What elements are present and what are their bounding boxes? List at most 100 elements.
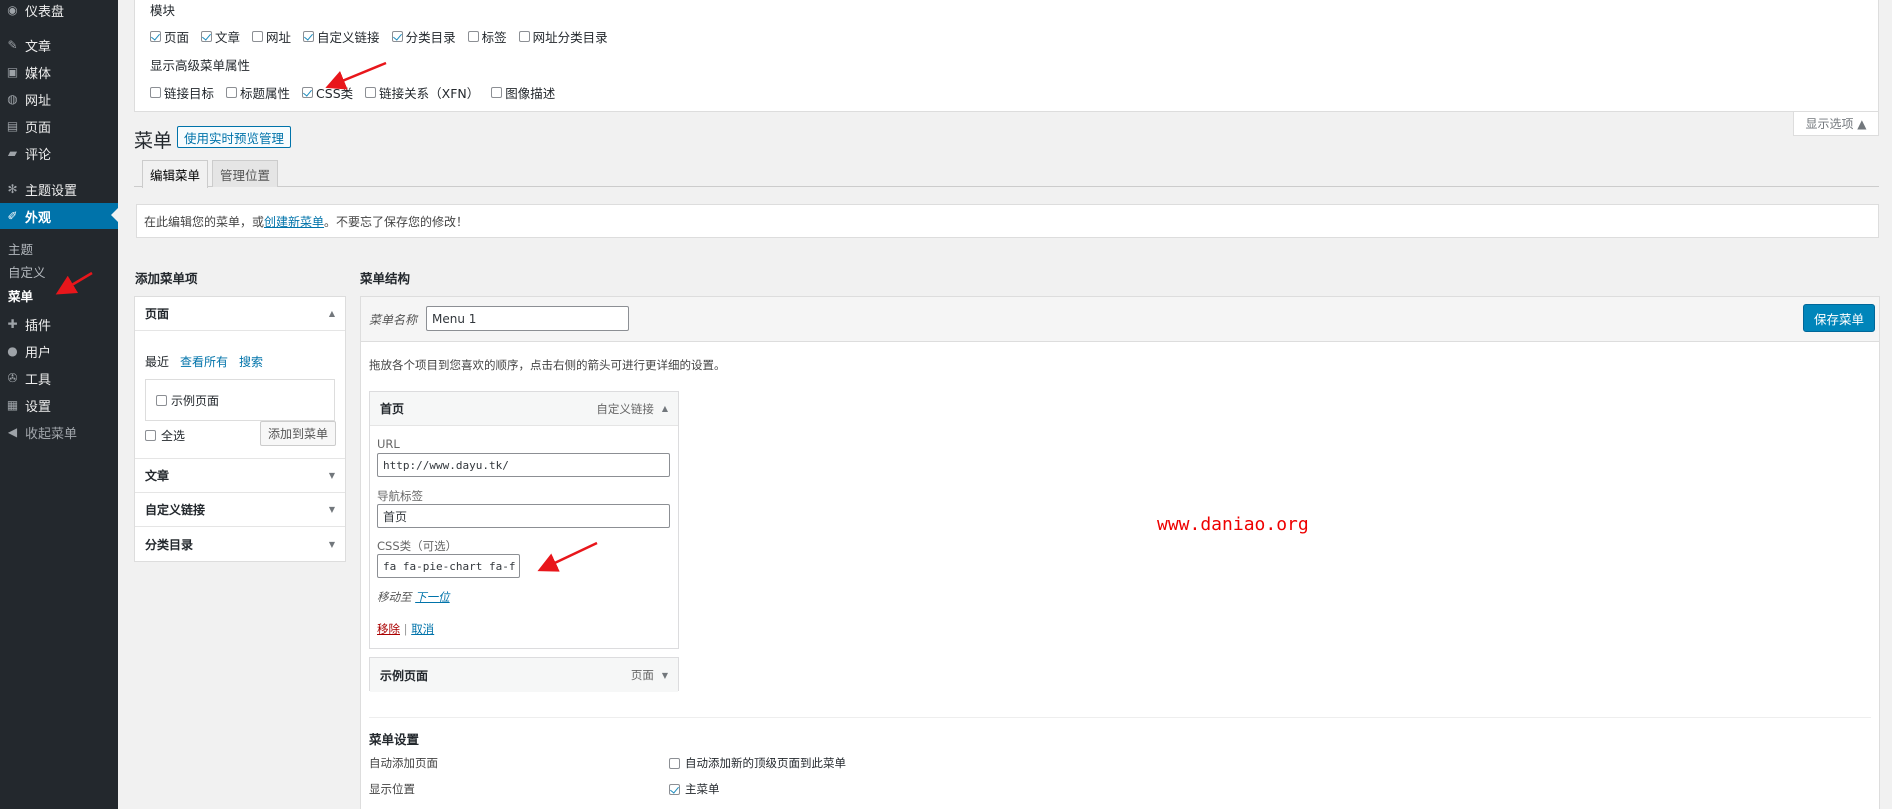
checkbox[interactable] — [150, 87, 161, 98]
sidebar-item-theme-settings[interactable]: ✻ 主题设置 — [0, 177, 118, 201]
submenu-customize[interactable]: 自定义 — [8, 262, 46, 281]
sidebar-item-users[interactable]: ● 用户 — [0, 339, 118, 363]
media-icon: ▣ — [6, 65, 19, 79]
sidebar-item-appearance[interactable]: ✐ 外观 — [0, 203, 118, 229]
settings-divider — [369, 717, 1871, 718]
url-input[interactable]: http://www.dayu.tk/ — [377, 453, 670, 477]
nav-label-input[interactable]: 首页 — [377, 504, 670, 528]
save-menu-button[interactable]: 保存菜单 — [1803, 304, 1876, 332]
expand-arrow-icon[interactable]: ▼ — [662, 671, 668, 680]
sidebar-item-label: 页面 — [25, 120, 52, 136]
submenu-menus[interactable]: 菜单 — [8, 286, 33, 305]
accordion-categories[interactable]: 分类目录 ▼ — [135, 527, 345, 561]
sidebar-item-label: 收起菜单 — [25, 426, 78, 442]
sidebar-item-plugins[interactable]: ✚ 插件 — [0, 312, 118, 336]
collapse-arrow-icon[interactable]: ▲ — [662, 404, 668, 413]
modules-title: 模块 — [150, 3, 176, 18]
module-option-sites[interactable]: 网址 — [252, 27, 291, 46]
sidebar-item-tools[interactable]: ✇ 工具 — [0, 366, 118, 390]
globe-icon: ◍ — [7, 92, 18, 106]
live-preview-button[interactable]: 使用实时预览管理 — [177, 126, 292, 148]
accordion-pages[interactable]: 页面 ▲ — [135, 297, 345, 331]
module-option-pages[interactable]: 页面 — [150, 27, 189, 46]
checkbox[interactable] — [303, 31, 315, 42]
menu-item-handle[interactable]: 首页 自定义链接 ▲ — [370, 392, 678, 426]
checkbox[interactable] — [518, 31, 530, 42]
create-new-menu-link[interactable]: 创建新菜单 — [264, 213, 324, 230]
menu-item-title: 首页 — [380, 402, 405, 416]
checkbox[interactable] — [145, 430, 156, 441]
advanced-option-description[interactable]: 图像描述 — [491, 83, 555, 102]
checkbox[interactable] — [201, 31, 213, 42]
submenu-themes[interactable]: 主题 — [8, 239, 33, 258]
notice-text-end: 。不要忘了保存您的修改！ — [324, 214, 469, 229]
sidebar-item-label: 主题设置 — [25, 183, 78, 199]
menu-item-title: 示例页面 — [380, 668, 429, 683]
collapse-icon: ◀ — [7, 425, 18, 439]
checkbox[interactable] — [491, 87, 503, 98]
tab-edit-menus[interactable]: 编辑菜单 — [142, 160, 209, 188]
checkbox[interactable] — [150, 31, 161, 42]
checkbox[interactable] — [669, 783, 680, 795]
menu-item-type: 自定义链接 — [596, 401, 654, 416]
select-all-option[interactable]: 全选 — [145, 427, 185, 444]
checkbox[interactable] — [365, 87, 377, 98]
move-down-link[interactable]: 下一位 — [415, 590, 450, 604]
tab-manage-locations[interactable]: 管理位置 — [212, 160, 279, 187]
page-option-sample[interactable]: 示例页面 — [156, 392, 219, 409]
accordion-custom-links[interactable]: 自定义链接 ▼ — [135, 493, 345, 527]
checkbox[interactable] — [467, 31, 479, 42]
sidebar-item-settings[interactable]: ▦ 设置 — [0, 393, 118, 417]
menu-item-handle[interactable]: 示例页面 页面 ▼ — [370, 658, 678, 692]
location-primary-option[interactable]: 主菜单 — [669, 781, 720, 797]
checkbox[interactable] — [252, 31, 264, 42]
sidebar-item-comments[interactable]: ▰ 评论 — [0, 141, 118, 165]
pages-inner-tabs: 最近 查看所有 搜索 — [145, 353, 274, 370]
module-option-custom-links[interactable]: 自定义链接 — [303, 27, 380, 46]
accordion-posts[interactable]: 文章 ▼ — [135, 459, 345, 493]
sidebar-item-label: 媒体 — [25, 66, 52, 82]
cancel-link[interactable]: 取消 — [411, 622, 434, 636]
watermark-text: www.daniao.org — [1157, 514, 1309, 535]
remove-link[interactable]: 移除 — [377, 622, 400, 636]
sidebar-item-media[interactable]: ▣ 媒体 — [0, 60, 118, 84]
tab-recent[interactable]: 最近 — [145, 353, 169, 370]
module-option-posts[interactable]: 文章 — [201, 27, 240, 46]
sidebar-item-sites[interactable]: ◍ 网址 — [0, 87, 118, 111]
tab-view-all[interactable]: 查看所有 — [180, 353, 228, 370]
tab-search[interactable]: 搜索 — [239, 353, 263, 370]
collapse-menu-button[interactable]: ◀ 收起菜单 — [0, 420, 118, 444]
menu-header: 菜单名称 Menu 1 保存菜单 — [361, 297, 1879, 342]
sidebar-item-pages[interactable]: ▤ 页面 — [0, 114, 118, 138]
sidebar-item-posts[interactable]: ✎ 文章 — [0, 33, 118, 57]
module-option-site-categories[interactable]: 网址分类目录 — [518, 27, 608, 46]
auto-add-option[interactable]: 自动添加新的顶级页面到此菜单 — [669, 755, 846, 771]
checkbox[interactable] — [156, 395, 167, 406]
checkbox[interactable] — [226, 87, 238, 98]
sidebar-item-label: 仪表盘 — [25, 4, 65, 20]
page-icon: ▤ — [6, 119, 19, 133]
item-actions: 移除 | 取消 — [377, 622, 435, 636]
checkbox[interactable] — [302, 87, 314, 98]
sidebar-item-dashboard[interactable]: ◉ 仪表盘 — [0, 0, 118, 22]
checkbox[interactable] — [669, 757, 680, 769]
screen-options-toggle[interactable]: 显示选项 ▲ — [1793, 112, 1879, 136]
nav-label-label: 导航标签 — [377, 489, 423, 503]
advanced-option-link-target[interactable]: 链接目标 — [150, 83, 214, 102]
menu-structure-heading: 菜单结构 — [360, 271, 411, 286]
advanced-option-css-classes[interactable]: CSS类 — [302, 83, 353, 102]
menu-name-input[interactable]: Menu 1 — [426, 306, 629, 331]
sidebar-item-label: 设置 — [25, 399, 52, 415]
admin-sidebar: ◉ 仪表盘 ✎ 文章 ▣ 媒体 ◍ 网址 ▤ 页面 ▰ 评论 ✻ 主题设置 ✐ … — [0, 0, 118, 809]
checkbox[interactable] — [391, 31, 403, 42]
add-to-menu-button[interactable]: 添加到菜单 — [260, 421, 337, 446]
menu-edit-box: 菜单名称 Menu 1 保存菜单 拖放各个项目到您喜欢的顺序，点击右侧的箭头可进… — [360, 296, 1880, 809]
sidebar-item-label: 外观 — [25, 210, 52, 226]
sidebar-item-label: 文章 — [25, 39, 52, 55]
notice-bar: 在此编辑您的菜单，或 创建新菜单 。不要忘了保存您的修改！ — [136, 204, 1879, 238]
module-option-categories[interactable]: 分类目录 — [391, 27, 456, 46]
advanced-option-xfn[interactable]: 链接关系（XFN） — [365, 83, 479, 102]
module-option-tags[interactable]: 标签 — [467, 27, 507, 46]
css-classes-input[interactable]: fa fa-pie-chart fa-f — [377, 554, 520, 578]
advanced-option-title-attribute[interactable]: 标题属性 — [226, 83, 290, 102]
